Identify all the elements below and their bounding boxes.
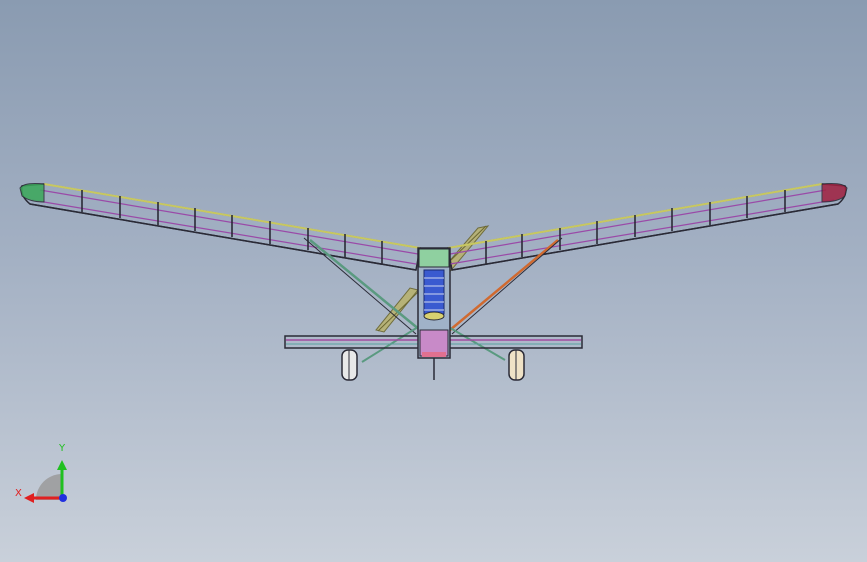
fuselage bbox=[417, 247, 451, 380]
right-wing bbox=[447, 183, 848, 271]
cad-graphics-viewport[interactable]: X Y bbox=[0, 0, 867, 562]
right-wheel bbox=[508, 349, 525, 381]
axis-x-label: X bbox=[15, 488, 22, 499]
axis-y-label: Y bbox=[59, 443, 66, 454]
left-wing bbox=[19, 183, 421, 271]
coordinate-triad bbox=[24, 460, 67, 503]
aircraft-model-view[interactable] bbox=[0, 0, 867, 562]
left-wheel bbox=[341, 349, 358, 381]
